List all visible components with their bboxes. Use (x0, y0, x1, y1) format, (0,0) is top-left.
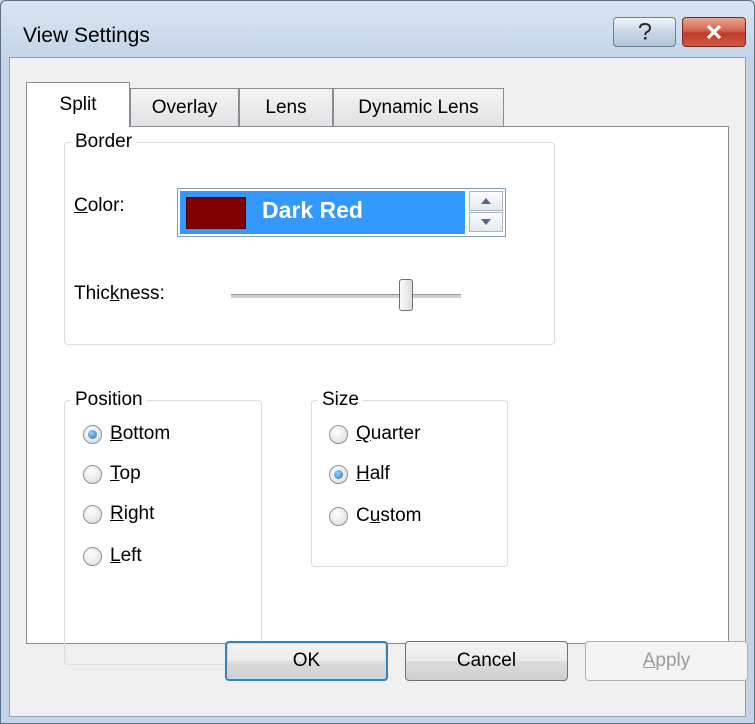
split-tab-panel: Border Color: Dark Red Thickness: Positi… (26, 126, 729, 665)
size-quarter-label: Quarter (356, 423, 421, 444)
close-button[interactable] (682, 17, 746, 47)
position-bottom-label: Bottom (110, 423, 171, 444)
size-half-radio[interactable]: Half (329, 463, 390, 485)
tab-lens-label: Lens (265, 96, 307, 118)
radio-icon (83, 464, 102, 484)
radio-icon (329, 424, 348, 444)
radio-selected-icon (329, 464, 348, 484)
color-swatch (186, 197, 246, 229)
help-button[interactable] (613, 17, 676, 47)
tab-lens[interactable]: Lens (239, 88, 333, 126)
position-top-radio[interactable]: Top (83, 463, 141, 485)
position-left-radio[interactable]: Left (83, 545, 142, 567)
dialog-body: Split Overlay Lens Dynamic Lens Border C… (9, 57, 746, 717)
position-right-radio[interactable]: Right (83, 503, 154, 525)
thickness-label: Thickness: (74, 283, 165, 304)
chevron-up-icon (481, 198, 491, 204)
thickness-slider-thumb[interactable] (399, 279, 413, 311)
tab-dynamic-lens[interactable]: Dynamic Lens (333, 88, 504, 126)
apply-label: Apply (642, 650, 691, 671)
radio-icon (83, 504, 102, 524)
window-title: View Settings (23, 24, 150, 47)
radio-icon (329, 506, 348, 526)
color-spin-up-button[interactable] (469, 191, 503, 211)
color-label: Color: (74, 195, 125, 216)
title-bar[interactable]: View Settings (1, 1, 754, 57)
tab-split-label: Split (59, 94, 97, 115)
color-picker[interactable]: Dark Red (177, 188, 506, 237)
close-icon (706, 24, 722, 40)
size-custom-label: Custom (356, 505, 422, 526)
color-spin-down-button[interactable] (469, 212, 503, 232)
position-left-label: Left (110, 545, 142, 566)
thickness-slider-track[interactable] (231, 294, 461, 298)
position-right-label: Right (110, 503, 155, 524)
radio-icon (83, 546, 102, 566)
tab-dynamic-lens-label: Dynamic Lens (358, 96, 479, 118)
chevron-down-icon (481, 219, 491, 225)
cancel-label: Cancel (456, 650, 517, 671)
size-custom-radio[interactable]: Custom (329, 505, 422, 527)
size-quarter-radio[interactable]: Quarter (329, 423, 420, 445)
position-bottom-radio[interactable]: Bottom (83, 423, 170, 445)
color-label-rest: olor: (87, 195, 125, 216)
tab-overlay[interactable]: Overlay (130, 88, 239, 126)
tab-overlay-label: Overlay (151, 96, 218, 118)
border-group: Border (64, 131, 555, 345)
position-legend: Position (75, 389, 143, 410)
size-half-label: Half (356, 463, 390, 484)
position-top-label: Top (110, 463, 141, 484)
apply-button[interactable]: Apply (585, 641, 748, 681)
tab-split[interactable]: Split (26, 82, 130, 127)
ok-button[interactable]: OK (225, 641, 388, 681)
border-legend: Border (75, 131, 133, 152)
cancel-button[interactable]: Cancel (405, 641, 568, 681)
view-settings-dialog: View Settings Split Overlay Lens Dynamic… (0, 0, 755, 724)
help-icon (638, 22, 651, 40)
size-legend: Size (322, 389, 359, 410)
color-value: Dark Red (262, 197, 363, 223)
color-selection[interactable]: Dark Red (180, 191, 465, 234)
ok-label: OK (292, 650, 321, 671)
radio-selected-icon (83, 424, 102, 444)
